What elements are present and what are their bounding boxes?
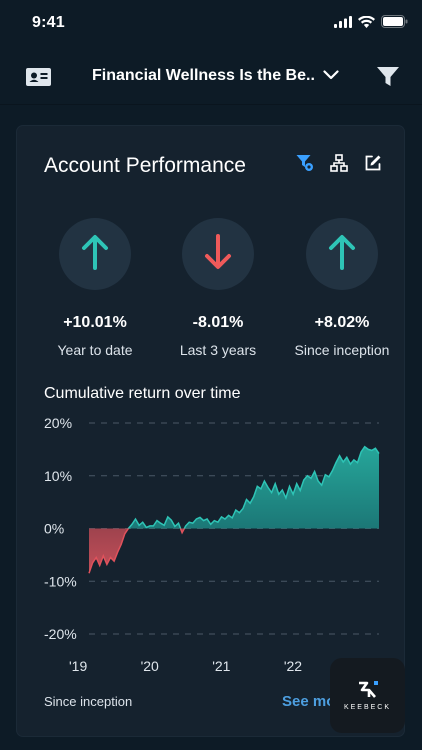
chart-title: Cumulative return over time: [44, 385, 241, 402]
y-tick-label: -20%: [44, 626, 77, 642]
y-tick-label: 0%: [44, 521, 64, 537]
keebeck-logo: KEEBECK: [330, 658, 405, 733]
card-toolbar: [296, 154, 382, 172]
account-performance-card: Account Performance +10.01% Year to date…: [17, 126, 404, 736]
metric-year-to-date: +10.01% Year to date: [30, 218, 160, 358]
status-time: 9:41: [32, 14, 65, 31]
wifi-icon: [358, 15, 375, 33]
x-tick-label: '21: [212, 658, 230, 674]
nav-bar: Financial Wellness Is the Be..: [0, 50, 422, 106]
metric-value: +10.01%: [63, 314, 127, 331]
chevron-down-icon: [323, 67, 339, 85]
filter-icon[interactable]: [376, 66, 400, 93]
metric-label: Last 3 years: [179, 342, 257, 358]
edit-icon[interactable]: [364, 154, 382, 172]
metric-label: Year to date: [57, 342, 133, 358]
metric-last-3-years: -8.01% Last 3 years: [153, 218, 283, 358]
x-tick-label: '19: [69, 658, 87, 674]
card-title: Account Performance: [44, 154, 246, 177]
cumulative-return-chart: 20% 10% 0% -10% -20% '19 '20 '21 '22: [44, 415, 380, 674]
battery-icon: [381, 15, 408, 33]
arrow-up-icon: [328, 233, 356, 276]
contact-card-icon[interactable]: [25, 66, 53, 93]
hierarchy-icon[interactable]: [330, 154, 348, 172]
y-tick-label: 20%: [44, 415, 72, 431]
x-tick-label: '22: [284, 658, 302, 674]
metric-circle: [182, 218, 254, 290]
account-selector[interactable]: Financial Wellness Is the Be..: [92, 67, 339, 85]
status-bar: 9:41: [0, 0, 422, 50]
nav-title: Financial Wellness Is the Be..: [92, 67, 315, 84]
metric-label: Since inception: [294, 342, 390, 358]
y-tick-label: -10%: [44, 573, 77, 589]
filter-settings-icon[interactable]: [296, 154, 314, 172]
arrow-up-icon: [81, 233, 109, 276]
see-more-link[interactable]: See mo: [282, 693, 335, 710]
metric-value: +8.02%: [314, 314, 370, 331]
arrow-down-icon: [204, 233, 232, 276]
metric-since-inception: +8.02% Since inception: [277, 218, 407, 358]
metric-circle: [59, 218, 131, 290]
y-tick-label: 10%: [44, 468, 72, 484]
since-inception-label: Since inception: [44, 694, 133, 709]
metric-circle: [306, 218, 378, 290]
signal-icon: [334, 15, 352, 33]
x-tick-label: '20: [141, 658, 159, 674]
nav-divider: [0, 104, 422, 105]
positive-return-area: [89, 446, 379, 529]
status-icons: [334, 15, 408, 33]
metric-value: -8.01%: [192, 314, 244, 331]
